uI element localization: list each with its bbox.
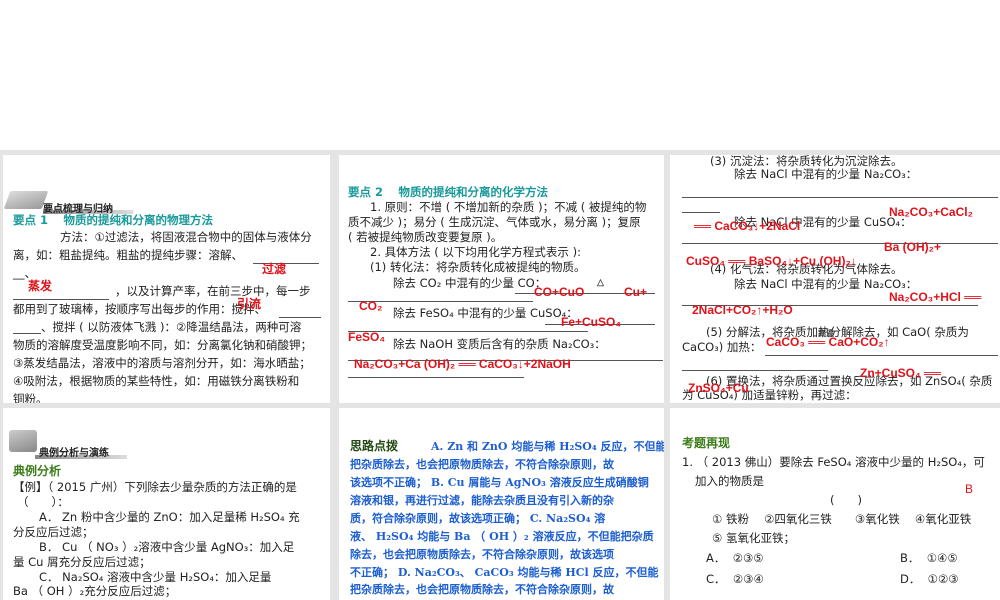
option-a: A． Zn 粉中含少量的 ZnO：加入足量稀 H₂SO₄ 充 — [39, 510, 300, 524]
text-line: （ ）： — [17, 495, 69, 509]
text-line: ，以及计算产率，在前三步中，每一步 — [115, 284, 311, 298]
text-line: 溶液和银，再进行过滤，能除去杂质且没有引入新的杂 — [350, 494, 614, 507]
answer: Zn+CuSO₄ ══ — [860, 366, 942, 380]
text-line: ③蒸发结晶法，溶液中的溶质与溶剂分开，如：海水晒盐； — [13, 356, 311, 370]
text-line: 液、 H₂SO₄ 均能与 Ba （ OH ）₂ 溶液反应，不但能把杂质 — [350, 530, 654, 543]
text-line: 除去 NaCl 中混有的少量 Na₂CO₃： — [734, 167, 918, 181]
heading: 思路点拨 — [350, 439, 399, 453]
text-line: 方法：①过滤法，将固液混合物中的固体与液体分 — [60, 230, 312, 244]
text-line: 离，如：粗盐提纯。粗盐的提纯步骤：溶解、 — [13, 248, 243, 262]
answer: ZnSO₄+Cu — [688, 381, 749, 395]
text-line: (1) 转化法：将杂质转化成被提纯的物质。 — [370, 260, 586, 274]
answer: Na₂CO₃+Ca (OH)₂ ══ CaCO₃↓+2NaOH — [354, 357, 571, 371]
text-line: 除去 CO₂ 中混有的少量 CO： — [393, 276, 547, 290]
heading: 要点 1 物质的提纯和分离的物理方法 — [13, 213, 214, 227]
answer: CO₂ — [359, 299, 383, 313]
choice-items: ① 铁粉 ②四氧化三铁 ③氧化铁 ④氧化亚铁 — [712, 512, 972, 526]
heat-condition: 高温 — [818, 329, 834, 338]
panel-example-analysis: 典例分析与演练 典例分析 【例】（ 2015 广州）下列除去少量杂质的方法正确的… — [3, 408, 330, 600]
text-line: 不正确； D. Na₂CO₃、 CaCO₃ 均能与稀 HCl 反应，不但能 — [350, 566, 659, 579]
answer-bracket: ( ) — [830, 493, 862, 507]
panel-exam-review: 考题再现 1. （ 2013 佛山）要除去 FeSO₄ 溶液中少量的 H₂SO₄… — [670, 408, 1000, 600]
option-b: B． ①④⑤ — [900, 551, 958, 565]
heading: 典例分析 — [13, 464, 62, 478]
panel-solution-hints: 思路点拨 A. Zn 和 ZnO 均能与稀 H₂SO₄ 反应，不但能 把杂质除去… — [339, 408, 664, 600]
answer: 过滤 — [262, 262, 287, 276]
answer: FeSO₄ — [348, 330, 386, 344]
answer: ══ CaCO₃↓+2NaCl — [694, 219, 801, 233]
text-line: 质不减少 )；易分 ( 生成沉淀、气体或水，易分离 )；复原 — [348, 215, 641, 229]
answer: B — [965, 482, 974, 496]
text-line: 把杂质除去，也会把原物质除去，不符合除杂原则，故 — [350, 583, 614, 596]
text-line: ④吸附法，根据物质的某些特性，如：用磁铁分离铁粉和 — [13, 374, 300, 388]
section-label: 典例分析与演练 — [39, 448, 109, 459]
text-line: CaCO₃) 加热： — [682, 340, 762, 354]
option-d: D． ①②③ — [900, 572, 959, 586]
question-text: 加入的物质是 — [695, 474, 764, 488]
option-b: B． Cu （ NO₃ ）₂溶液中含少量 AgNO₃：加入足 — [39, 540, 295, 554]
text-line: Ba （ OH ）₂充分反应后过滤； — [13, 584, 177, 598]
section-books-icon — [9, 430, 37, 452]
text-line: A. Zn 和 ZnO 均能与稀 H₂SO₄ 反应，不但能 — [431, 440, 664, 453]
text-line: (6) 置换法，将杂质通过置换反应除去，如 ZnSO₄( 杂质 — [706, 374, 993, 388]
text-line: 质，符合除杂原则，故该选项正确； C. Na₂SO₄ 溶 — [350, 512, 606, 525]
text-line: ( 若被提纯物质改变要复原 )。 — [348, 230, 503, 244]
answer: CO+CuO — [534, 285, 585, 299]
text-line: 1. 原则：不增 ( 不增加新的杂质 )；不减 ( 被提纯的物 — [370, 200, 647, 214]
text-line: 除去，也会把原物质除去，不符合除杂原则，故该选项 — [350, 548, 614, 561]
text-line: 该选项不正确； B. Cu 屑能与 AgNO₃ 溶液反应生成硝酸铜 — [350, 476, 649, 489]
answer: Cu+ — [624, 285, 648, 299]
answer: Ba (OH)₂+ — [884, 240, 942, 254]
text-line: 、搅拌 ( 以防液体飞溅 )：②降温结晶法，两种可溶 — [41, 320, 302, 334]
text-line: 物质的溶解度受温度影响不同，如：分离氯化钠和硝酸钾； — [13, 338, 312, 352]
heading: 考题再现 — [682, 436, 731, 450]
panel-physical-methods: 要点梳理与归纳 要点 1 物质的提纯和分离的物理方法 方法：①过滤法，将固液混合… — [3, 155, 330, 403]
answer: CuSO₄ ══ BaSO₄↓+Cu (OH)₂↓ — [686, 254, 857, 268]
answer: Na₂CO₃+HCl ══ — [889, 290, 982, 304]
option-c: C． Na₂SO₄ 溶液中含少量 H₂SO₄：加入足量 — [39, 570, 272, 584]
text-line: 把杂质除去，也会把原物质除去，不符合除杂原则，故 — [350, 458, 614, 471]
answer: 蒸发 — [28, 279, 53, 293]
text-line: 除去 NaOH 变质后含有的杂质 Na₂CO₃： — [393, 337, 606, 351]
heading: 要点 2 物质的提纯和分离的化学方法 — [348, 185, 549, 199]
option-a: A． ②③⑤ — [706, 551, 764, 565]
answer: Fe+CuSO₄ — [561, 315, 622, 329]
answer: 引流 — [237, 297, 262, 311]
text-line: 量 Cu 屑充分反应后过滤； — [13, 555, 151, 569]
text-line: 分反应后过滤； — [13, 525, 94, 539]
text-line: 都用到了玻璃棒，按顺序写出每步的作用：搅拌、 — [13, 302, 266, 316]
section-book-icon — [3, 191, 49, 209]
question-text: 1. （ 2013 佛山）要除去 FeSO₄ 溶液中少量的 H₂SO₄，可 — [682, 455, 985, 469]
heat-condition: △ — [597, 277, 604, 287]
choice-items: ⑤ 氢氧化亚铁； — [712, 531, 795, 545]
option-c: C． ②③④ — [706, 572, 764, 586]
text-line: 铜粉。 — [13, 392, 48, 403]
answer: 2NaCl+CO₂↑+H₂O — [692, 303, 793, 317]
text-line: 2. 具体方法 ( 以下均用化学方程式表示 ): — [370, 245, 581, 259]
panel-chemical-methods: 要点 2 物质的提纯和分离的化学方法 1. 原则：不增 ( 不增加新的杂质 )；… — [339, 155, 664, 403]
panel-chemical-methods-continued: (3) 沉淀法：将杂质转化为沉淀除去。 除去 NaCl 中混有的少量 Na₂CO… — [670, 155, 1000, 403]
text-line: 【例】（ 2015 广州）下列除去少量杂质的方法正确的是 — [13, 480, 297, 494]
text-line: 除去 FeSO₄ 中混有的少量 CuSO₄： — [393, 306, 578, 320]
answer: Na₂CO₃+CaCl₂ — [889, 205, 973, 219]
text-line: 除去 NaCl 中混有的少量 Na₂CO₃： — [734, 277, 918, 291]
